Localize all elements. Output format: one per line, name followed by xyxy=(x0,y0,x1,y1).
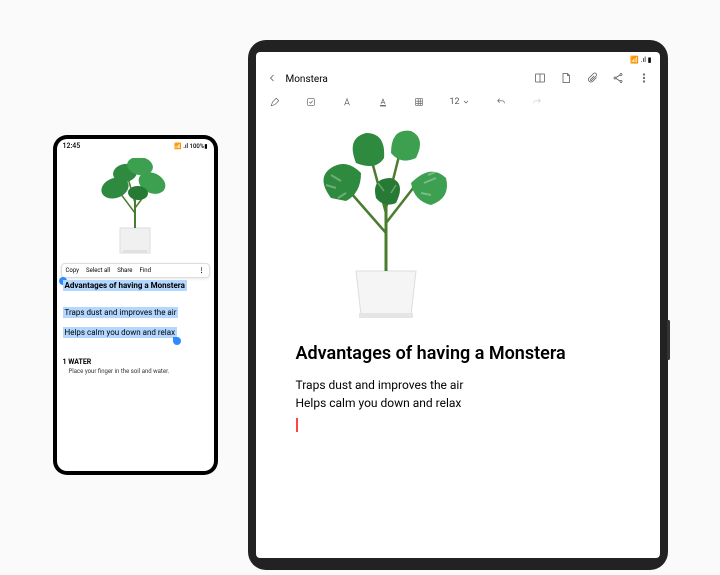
chevron-left-icon xyxy=(266,72,278,84)
chevron-down-icon xyxy=(462,98,470,106)
tablet-status-icons: 📶 .ıl ▮ xyxy=(630,56,651,64)
font-color-button[interactable] xyxy=(378,97,388,107)
checkbox-icon xyxy=(306,97,316,107)
more-menu-button[interactable] xyxy=(638,72,650,87)
phone-device: 12:45 📶 .ıl 100%▮ Copy Select all xyxy=(53,135,218,475)
water-section-text: Place your finger in the soil and water. xyxy=(63,368,208,375)
redo-icon xyxy=(532,97,542,107)
phone-plant-image xyxy=(57,153,214,263)
undo-icon xyxy=(496,97,506,107)
selected-heading-text[interactable]: Advantages of having a Monstera xyxy=(63,280,187,291)
tablet-screen: 📶 .ıl ▮ Monstera 12 xyxy=(256,52,660,558)
share-icon xyxy=(612,72,624,84)
note-body-line1[interactable]: Traps dust and improves the air xyxy=(296,376,620,394)
reader-mode-button[interactable] xyxy=(534,72,546,87)
note-title[interactable]: Monstera xyxy=(286,74,526,85)
selected-line1-text[interactable]: Traps dust and improves the air xyxy=(63,307,179,318)
font-style-button[interactable] xyxy=(342,97,352,107)
table-button[interactable] xyxy=(414,97,424,107)
water-section-title: 1 WATER xyxy=(63,358,208,366)
tablet-power-button[interactable] xyxy=(667,320,670,360)
phone-time: 12:45 xyxy=(63,142,81,150)
formatting-toolbar: 12 xyxy=(256,91,660,113)
more-options-button[interactable]: ⋮ xyxy=(197,267,207,274)
tablet-device: 📶 .ıl ▮ Monstera 12 xyxy=(248,40,668,570)
phone-screen: 12:45 📶 .ıl 100%▮ Copy Select all xyxy=(57,139,214,471)
selected-line2-text[interactable]: Helps calm you down and relax xyxy=(63,327,178,338)
font-icon xyxy=(342,97,352,107)
attach-button[interactable] xyxy=(560,72,572,87)
monstera-plant-icon xyxy=(296,123,476,323)
tablet-header: Monstera xyxy=(256,68,660,91)
undo-button[interactable] xyxy=(496,97,506,107)
text-selection-context-menu: Copy Select all Share Find ⋮ xyxy=(61,263,210,278)
paperclip-icon xyxy=(586,72,598,84)
text-cursor xyxy=(296,418,298,432)
monstera-plant-icon xyxy=(90,158,180,258)
share-button[interactable]: Share xyxy=(115,267,134,274)
tablet-status-bar: 📶 .ıl ▮ xyxy=(256,52,660,68)
font-size-value: 12 xyxy=(450,97,460,107)
phone-status-bar: 12:45 📶 .ıl 100%▮ xyxy=(57,139,214,153)
phone-status-icons: 📶 .ıl 100%▮ xyxy=(174,142,207,150)
select-all-button[interactable]: Select all xyxy=(84,267,112,274)
pen-icon xyxy=(270,97,280,107)
phone-water-section: 1 WATER Place your finger in the soil an… xyxy=(57,358,214,375)
phone-text-content[interactable]: Advantages of having a Monstera Traps du… xyxy=(57,280,214,340)
redo-button[interactable] xyxy=(532,97,542,107)
note-heading[interactable]: Advantages of having a Monstera xyxy=(296,343,620,364)
back-button[interactable] xyxy=(266,72,278,87)
find-button[interactable]: Find xyxy=(137,267,152,274)
selection-end-handle[interactable] xyxy=(173,337,181,345)
share-tablet-button[interactable] xyxy=(612,72,624,87)
page-icon xyxy=(560,72,572,84)
copy-button[interactable]: Copy xyxy=(64,267,82,274)
table-icon xyxy=(414,97,424,107)
note-content-area[interactable]: Advantages of having a Monstera Traps du… xyxy=(256,113,660,558)
more-vertical-icon xyxy=(638,72,650,84)
font-size-selector[interactable]: 12 xyxy=(450,97,470,107)
text-color-icon xyxy=(378,97,388,107)
book-icon xyxy=(534,72,546,84)
tablet-plant-image[interactable] xyxy=(296,123,476,323)
note-body-line2[interactable]: Helps calm you down and relax xyxy=(296,394,620,412)
clip-button[interactable] xyxy=(586,72,598,87)
header-actions xyxy=(534,72,650,87)
checklist-button[interactable] xyxy=(306,97,316,107)
pen-tool-button[interactable] xyxy=(270,97,280,107)
